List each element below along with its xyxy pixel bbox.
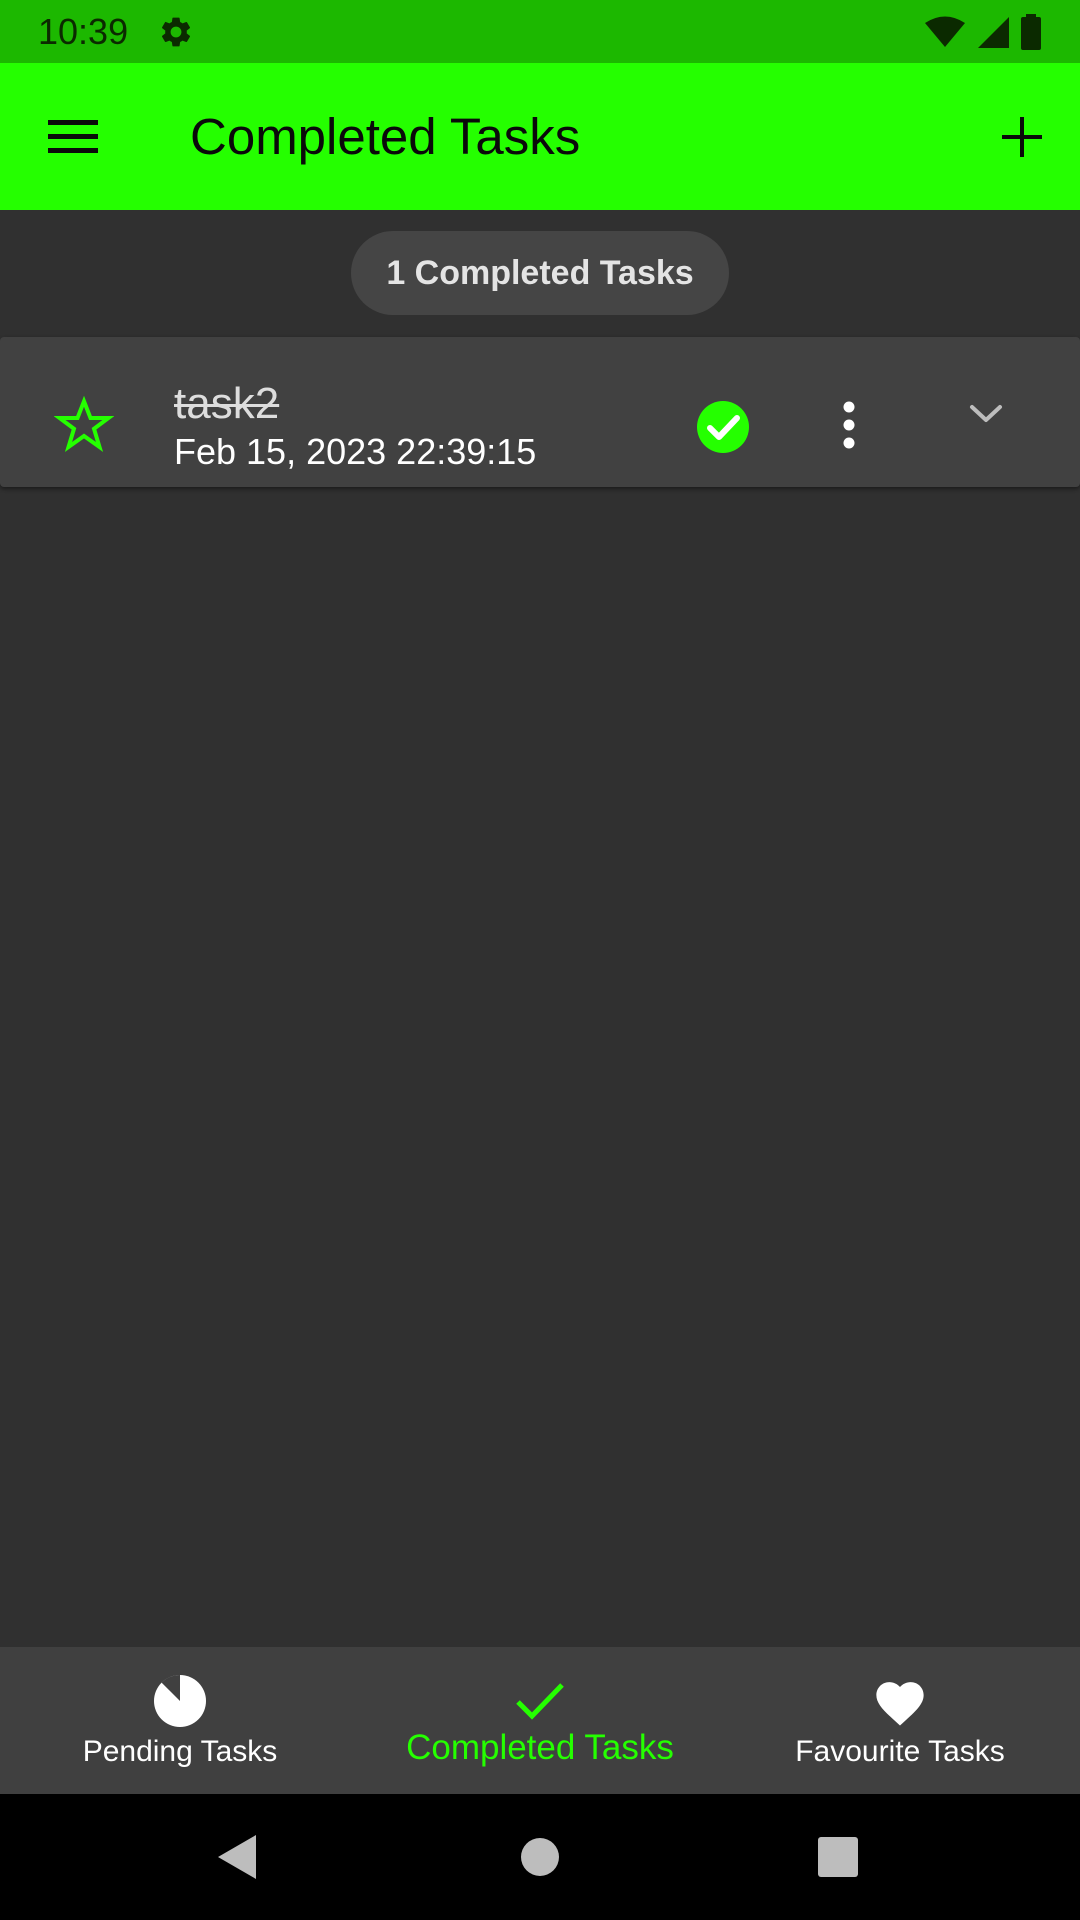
nav-item-completed-tasks[interactable]: Completed Tasks <box>360 1647 720 1794</box>
back-icon <box>218 1835 256 1879</box>
settings-icon <box>161 17 191 47</box>
status-time: 10:39 <box>38 11 129 52</box>
app-bar: Completed Tasks <box>0 63 1080 210</box>
recents-icon <box>818 1837 858 1877</box>
nav-label-favourite-tasks: Favourite Tasks <box>795 1735 1005 1768</box>
favourite-star-icon[interactable] <box>54 395 114 455</box>
status-bar: 10:39 <box>0 0 1080 63</box>
completed-count-chip: 1 Completed Tasks <box>351 231 729 315</box>
home-icon <box>521 1838 559 1876</box>
bottom-navigation: Pending Tasks Completed Tasks Favourite … <box>0 1647 1080 1794</box>
nav-item-favourite-tasks[interactable]: Favourite Tasks <box>720 1647 1080 1794</box>
menu-icon <box>48 120 98 153</box>
heart-icon <box>870 1671 930 1731</box>
menu-button[interactable] <box>30 99 116 175</box>
expand-button[interactable] <box>962 390 1010 438</box>
nav-label-pending-tasks: Pending Tasks <box>82 1735 278 1768</box>
home-button[interactable] <box>510 1827 570 1887</box>
status-icons <box>924 14 1042 50</box>
check-icon <box>510 1671 570 1731</box>
pie-icon <box>150 1671 210 1731</box>
battery-icon <box>1021 14 1041 50</box>
completed-check-icon[interactable] <box>695 399 751 455</box>
recents-button[interactable] <box>808 1827 868 1887</box>
task-date: Feb 15, 2023 22:39:15 <box>174 431 537 472</box>
nav-item-pending-tasks[interactable]: Pending Tasks <box>0 1647 360 1794</box>
task-card[interactable] <box>0 337 1080 487</box>
system-navigation-bar <box>0 1794 1080 1920</box>
add-icon <box>1002 117 1042 157</box>
wifi-icon <box>925 16 965 47</box>
more-vert-icon <box>843 401 855 449</box>
task-title: task2 <box>174 379 280 428</box>
back-button[interactable] <box>208 1827 268 1887</box>
nav-label-completed-tasks: Completed Tasks <box>406 1728 674 1767</box>
add-task-button[interactable] <box>984 99 1060 175</box>
signal-icon <box>978 17 1009 48</box>
more-options-button[interactable] <box>824 397 874 453</box>
chevron-down-icon <box>970 405 1002 422</box>
page-title: Completed Tasks <box>190 108 581 165</box>
